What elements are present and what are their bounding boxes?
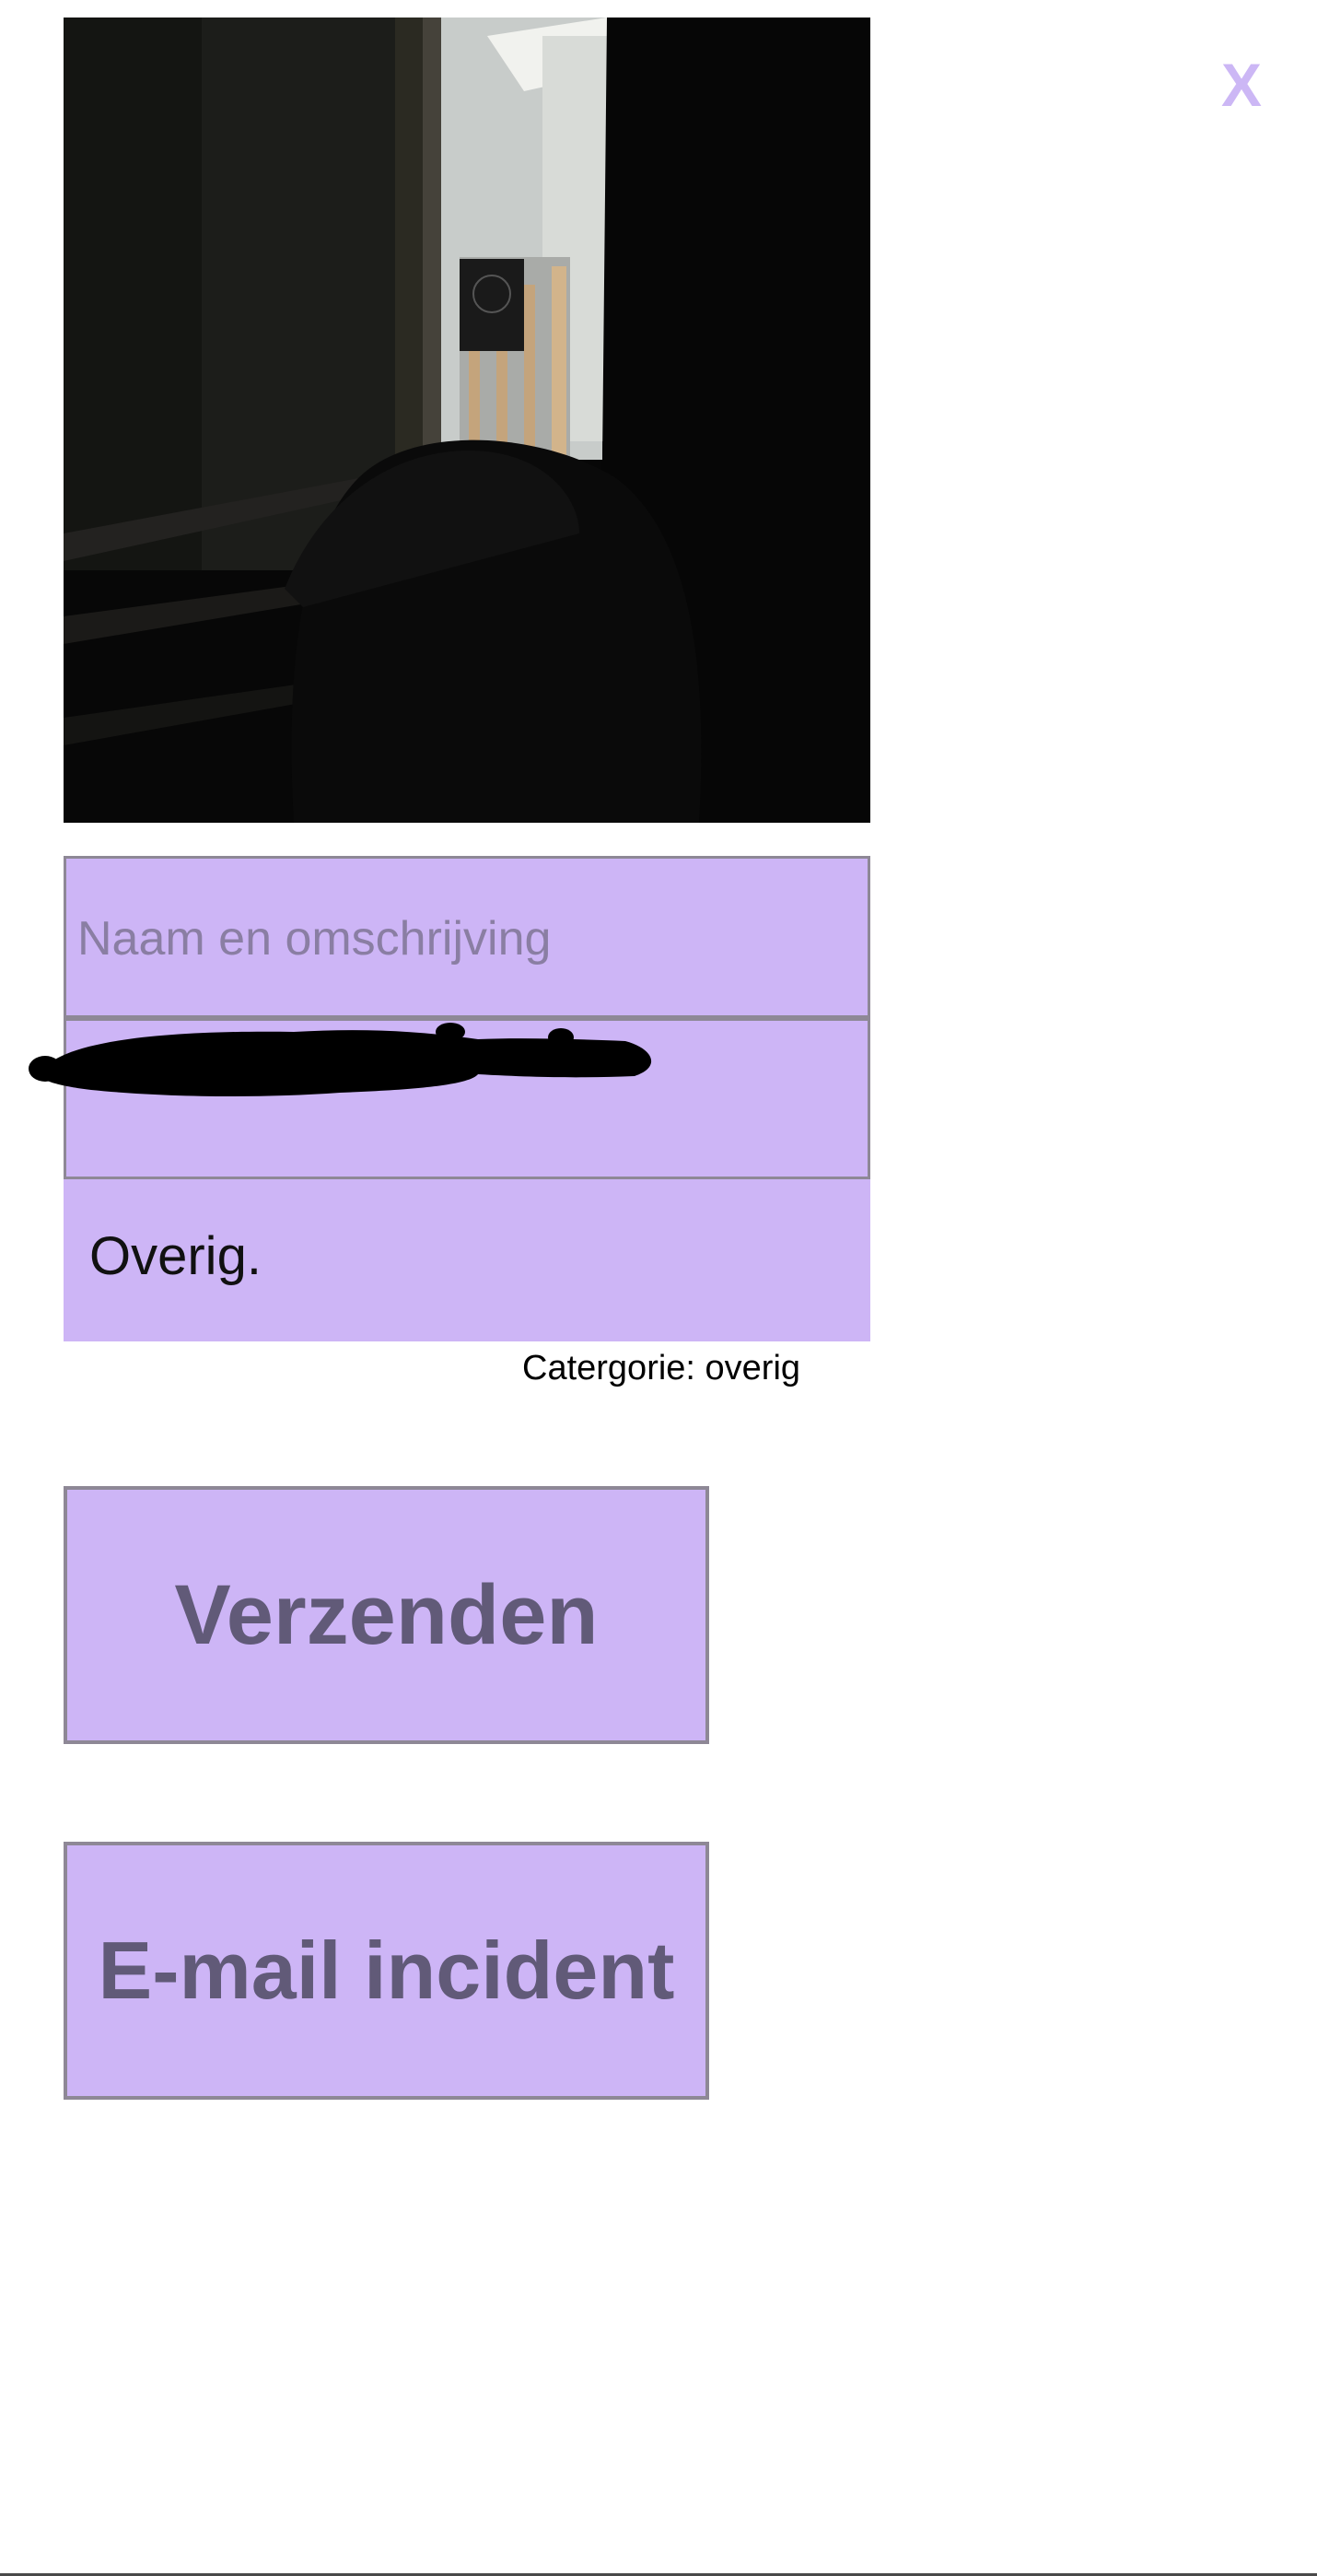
category-field[interactable]: Overig. [64, 1179, 870, 1341]
name-field[interactable] [64, 856, 870, 1018]
name-input[interactable] [66, 859, 868, 1018]
description-field[interactable] [29, 1021, 870, 1179]
category-label: Catergorie: overig [522, 1349, 801, 1388]
category-value: Overig. [89, 1226, 262, 1286]
photo-image [64, 18, 870, 823]
redaction-scribble [29, 1023, 652, 1096]
send-button[interactable]: Verzenden [64, 1486, 709, 1744]
email-incident-button[interactable]: E-mail incident [64, 1842, 709, 2100]
incident-photo [64, 18, 870, 823]
close-icon[interactable]: X [1214, 48, 1269, 122]
